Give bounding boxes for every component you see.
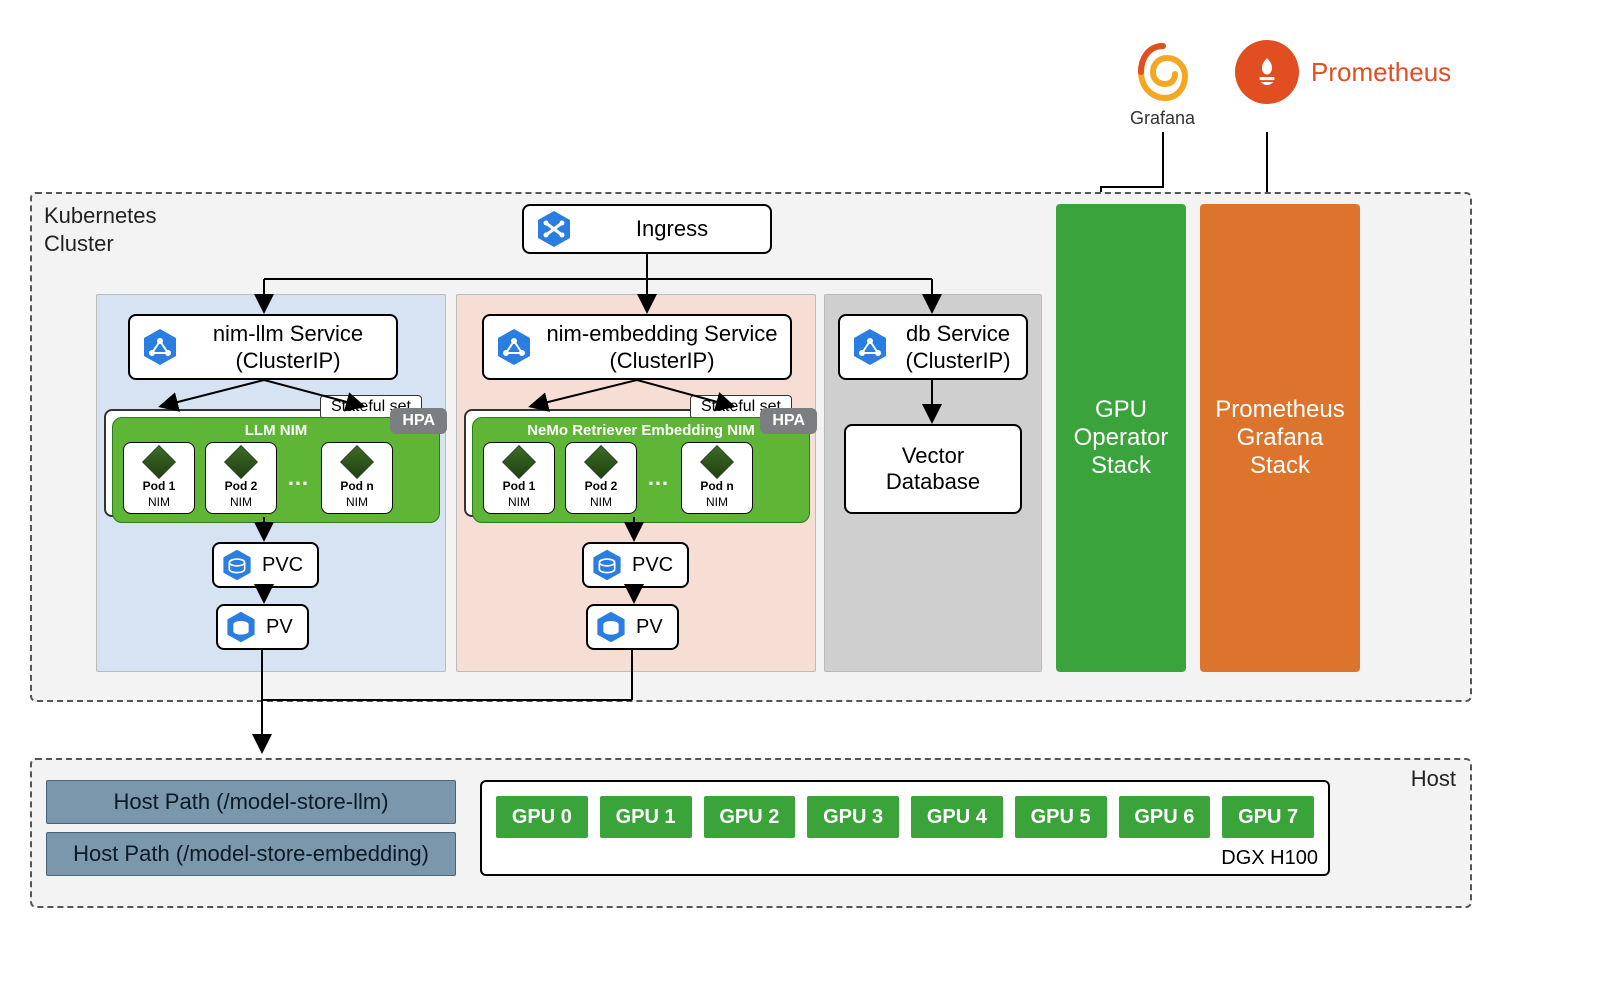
- dgx-box: DGX H100 GPU 0 GPU 1 GPU 2 GPU 3 GPU 4 G…: [480, 780, 1330, 876]
- gpu-row: GPU 0 GPU 1 GPU 2 GPU 3 GPU 4 GPU 5 GPU …: [482, 782, 1328, 852]
- gpu-chip: GPU 6: [1119, 796, 1211, 838]
- grafana-label: Grafana: [1130, 108, 1195, 129]
- grafana-icon: [1131, 40, 1195, 104]
- grafana-block: Grafana: [1130, 40, 1195, 129]
- prometheus-icon: [1235, 40, 1299, 104]
- host-title: Host: [1411, 766, 1456, 792]
- host-container: Host Host Path (/model-store-llm) Host P…: [30, 758, 1472, 908]
- host-path-llm: Host Path (/model-store-llm): [46, 780, 456, 824]
- gpu-chip: GPU 0: [496, 796, 588, 838]
- gpu-chip: GPU 5: [1015, 796, 1107, 838]
- pv-to-host-arrows: [30, 640, 730, 770]
- cluster-arrows: [32, 194, 1474, 704]
- prometheus-block: Prometheus: [1235, 40, 1451, 104]
- host-path-embedding: Host Path (/model-store-embedding): [46, 832, 456, 876]
- gpu-chip: GPU 1: [600, 796, 692, 838]
- prometheus-label: Prometheus: [1311, 57, 1451, 88]
- dgx-label: DGX H100: [1221, 847, 1318, 870]
- gpu-chip: GPU 3: [807, 796, 899, 838]
- gpu-chip: GPU 2: [704, 796, 796, 838]
- kubernetes-cluster-container: Kubernetes Cluster Ingress GPU Operator …: [30, 192, 1472, 702]
- gpu-chip: GPU 7: [1222, 796, 1314, 838]
- gpu-chip: GPU 4: [911, 796, 1003, 838]
